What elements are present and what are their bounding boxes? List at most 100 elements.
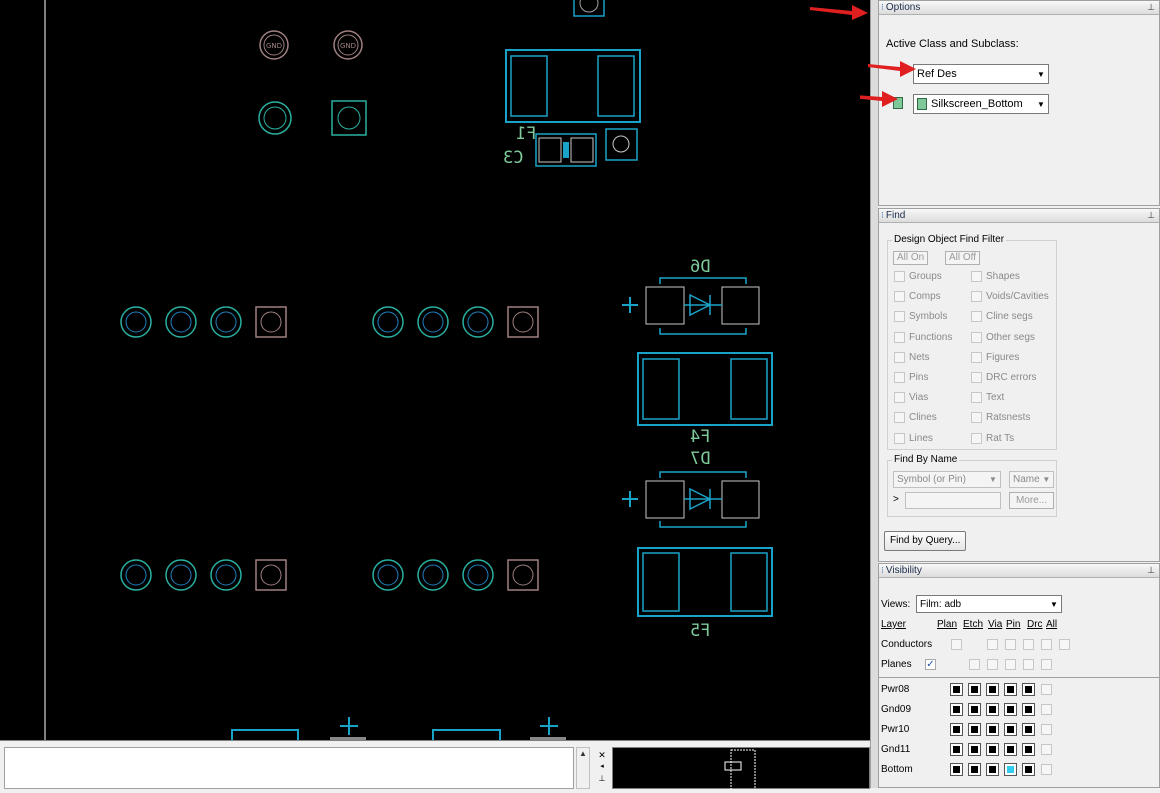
canvas-splitter[interactable] — [870, 0, 878, 788]
checkbox[interactable] — [987, 658, 998, 670]
layer-checkbox[interactable] — [1004, 742, 1017, 756]
world-view[interactable] — [612, 747, 870, 793]
layer-checkbox[interactable] — [986, 682, 999, 696]
all-off-button[interactable]: All Off — [945, 251, 981, 265]
visibility-title-bar[interactable]: ⁝ Visibility ⊥ — [879, 564, 1159, 578]
checkbox[interactable] — [971, 271, 982, 282]
find-filter-item[interactable]: Functions — [894, 331, 952, 343]
checkbox[interactable] — [894, 291, 905, 303]
checkbox[interactable] — [894, 351, 905, 363]
layer-checkbox[interactable] — [968, 682, 981, 696]
checkbox[interactable] — [1041, 638, 1052, 650]
layer-checkbox[interactable] — [986, 762, 999, 776]
layer-checkbox[interactable] — [1004, 722, 1017, 736]
col-plan[interactable]: Plan — [937, 619, 957, 630]
pin-icon[interactable]: ⊥ — [1147, 565, 1155, 576]
find-type-dropdown[interactable]: Symbol (or Pin) ▼ — [893, 471, 1001, 488]
views-dropdown[interactable]: Film: adb ▼ — [916, 595, 1062, 613]
layer-checkbox[interactable] — [950, 722, 963, 736]
checkbox[interactable] — [894, 372, 905, 383]
checkbox[interactable] — [971, 432, 982, 444]
checkbox[interactable] — [971, 412, 982, 424]
layer-checkbox[interactable] — [1004, 762, 1017, 776]
command-scrollbar[interactable]: ▲ — [576, 747, 590, 789]
find-filter-item[interactable]: Lines — [894, 432, 933, 444]
layer-checkbox[interactable] — [1041, 743, 1052, 755]
layer-checkbox[interactable] — [968, 722, 981, 736]
layer-checkbox[interactable] — [1041, 763, 1052, 775]
col-via[interactable]: Via — [988, 619, 1002, 630]
pin-icon[interactable]: ⊥ — [1147, 210, 1155, 221]
find-filter-item[interactable]: Ratsnests — [971, 412, 1030, 424]
more-button[interactable]: More... — [1009, 492, 1054, 509]
layer-checkbox[interactable] — [1022, 682, 1035, 696]
find-filter-item[interactable]: Clines — [894, 412, 937, 424]
find-filter-item[interactable]: Vias — [894, 392, 928, 404]
find-filter-item[interactable]: DRC errors — [971, 372, 1037, 383]
checkbox[interactable] — [894, 331, 905, 343]
arrow-icon[interactable]: ◂ — [596, 761, 608, 773]
col-etch[interactable]: Etch — [963, 619, 983, 630]
checkbox[interactable] — [894, 432, 905, 444]
col-drc[interactable]: Drc — [1027, 619, 1043, 630]
checkbox[interactable] — [894, 311, 905, 323]
layer-checkbox[interactable] — [968, 742, 981, 756]
checkbox[interactable] — [971, 311, 982, 323]
pin-icon[interactable]: ⊥ — [596, 773, 608, 785]
checkbox[interactable] — [987, 638, 998, 650]
checkbox[interactable] — [1059, 638, 1070, 650]
scroll-up-icon[interactable]: ▲ — [577, 748, 589, 760]
pin-icon[interactable]: ⊥ — [1147, 2, 1155, 13]
layer-checkbox[interactable] — [1022, 722, 1035, 736]
options-title-bar[interactable]: ⁝ Options ⊥ — [879, 1, 1159, 15]
find-filter-item[interactable]: Shapes — [971, 271, 1020, 282]
all-on-button[interactable]: All On — [893, 251, 929, 265]
class-dropdown[interactable]: Ref Des ▼ — [913, 64, 1049, 84]
layer-checkbox[interactable] — [986, 702, 999, 716]
layer-checkbox[interactable] — [950, 742, 963, 756]
find-filter-item[interactable]: Other segs — [971, 331, 1035, 343]
layer-checkbox[interactable] — [968, 762, 981, 776]
checkbox[interactable] — [971, 351, 982, 363]
close-icon[interactable]: ✕ — [596, 749, 608, 761]
find-filter-item[interactable]: Comps — [894, 291, 941, 303]
subclass-dropdown[interactable]: Silkscreen_Bottom ▼ — [913, 94, 1049, 114]
layer-checkbox[interactable] — [1022, 702, 1035, 716]
find-filter-item[interactable]: Cline segs — [971, 311, 1033, 323]
checkbox[interactable] — [1023, 638, 1034, 650]
find-filter-item[interactable]: Voids/Cavities — [971, 291, 1049, 303]
find-filter-item[interactable]: Nets — [894, 351, 930, 363]
find-title-bar[interactable]: ⁝ Find ⊥ — [879, 209, 1159, 223]
layer-checkbox[interactable] — [1004, 682, 1017, 696]
find-filter-item[interactable]: Groups — [894, 271, 942, 282]
checkbox[interactable] — [1005, 658, 1016, 670]
find-by-query-button[interactable]: Find by Query... — [884, 531, 967, 551]
find-filter-item[interactable]: Rat Ts — [971, 432, 1014, 444]
checkbox[interactable] — [1041, 658, 1052, 670]
checkbox[interactable] — [894, 412, 905, 424]
layer-checkbox[interactable] — [1004, 702, 1017, 716]
panel-controls[interactable]: ✕ ◂ ⊥ — [596, 749, 608, 785]
layer-checkbox[interactable] — [1022, 742, 1035, 756]
find-filter-item[interactable]: Pins — [894, 372, 928, 383]
checkbox[interactable] — [971, 372, 982, 383]
checkbox[interactable] — [971, 331, 982, 343]
command-window[interactable] — [4, 747, 574, 789]
layer-checkbox[interactable] — [986, 722, 999, 736]
checkbox[interactable] — [1023, 658, 1034, 670]
col-all[interactable]: All — [1046, 619, 1057, 630]
layer-checkbox[interactable] — [950, 702, 963, 716]
find-name-input[interactable] — [905, 492, 1001, 509]
checkbox[interactable] — [971, 392, 982, 404]
layer-checkbox[interactable] — [1022, 762, 1035, 776]
find-mode-dropdown[interactable]: Name ▼ — [1009, 471, 1054, 488]
layer-checkbox[interactable] — [950, 682, 963, 696]
planes-checkbox[interactable] — [925, 658, 936, 670]
col-pin[interactable]: Pin — [1006, 619, 1020, 630]
layer-checkbox[interactable] — [986, 742, 999, 756]
layer-checkbox[interactable] — [950, 762, 963, 776]
find-filter-item[interactable]: Figures — [971, 351, 1019, 363]
layer-checkbox[interactable] — [968, 702, 981, 716]
find-filter-item[interactable]: Text — [971, 392, 1004, 404]
checkbox[interactable] — [894, 271, 905, 282]
